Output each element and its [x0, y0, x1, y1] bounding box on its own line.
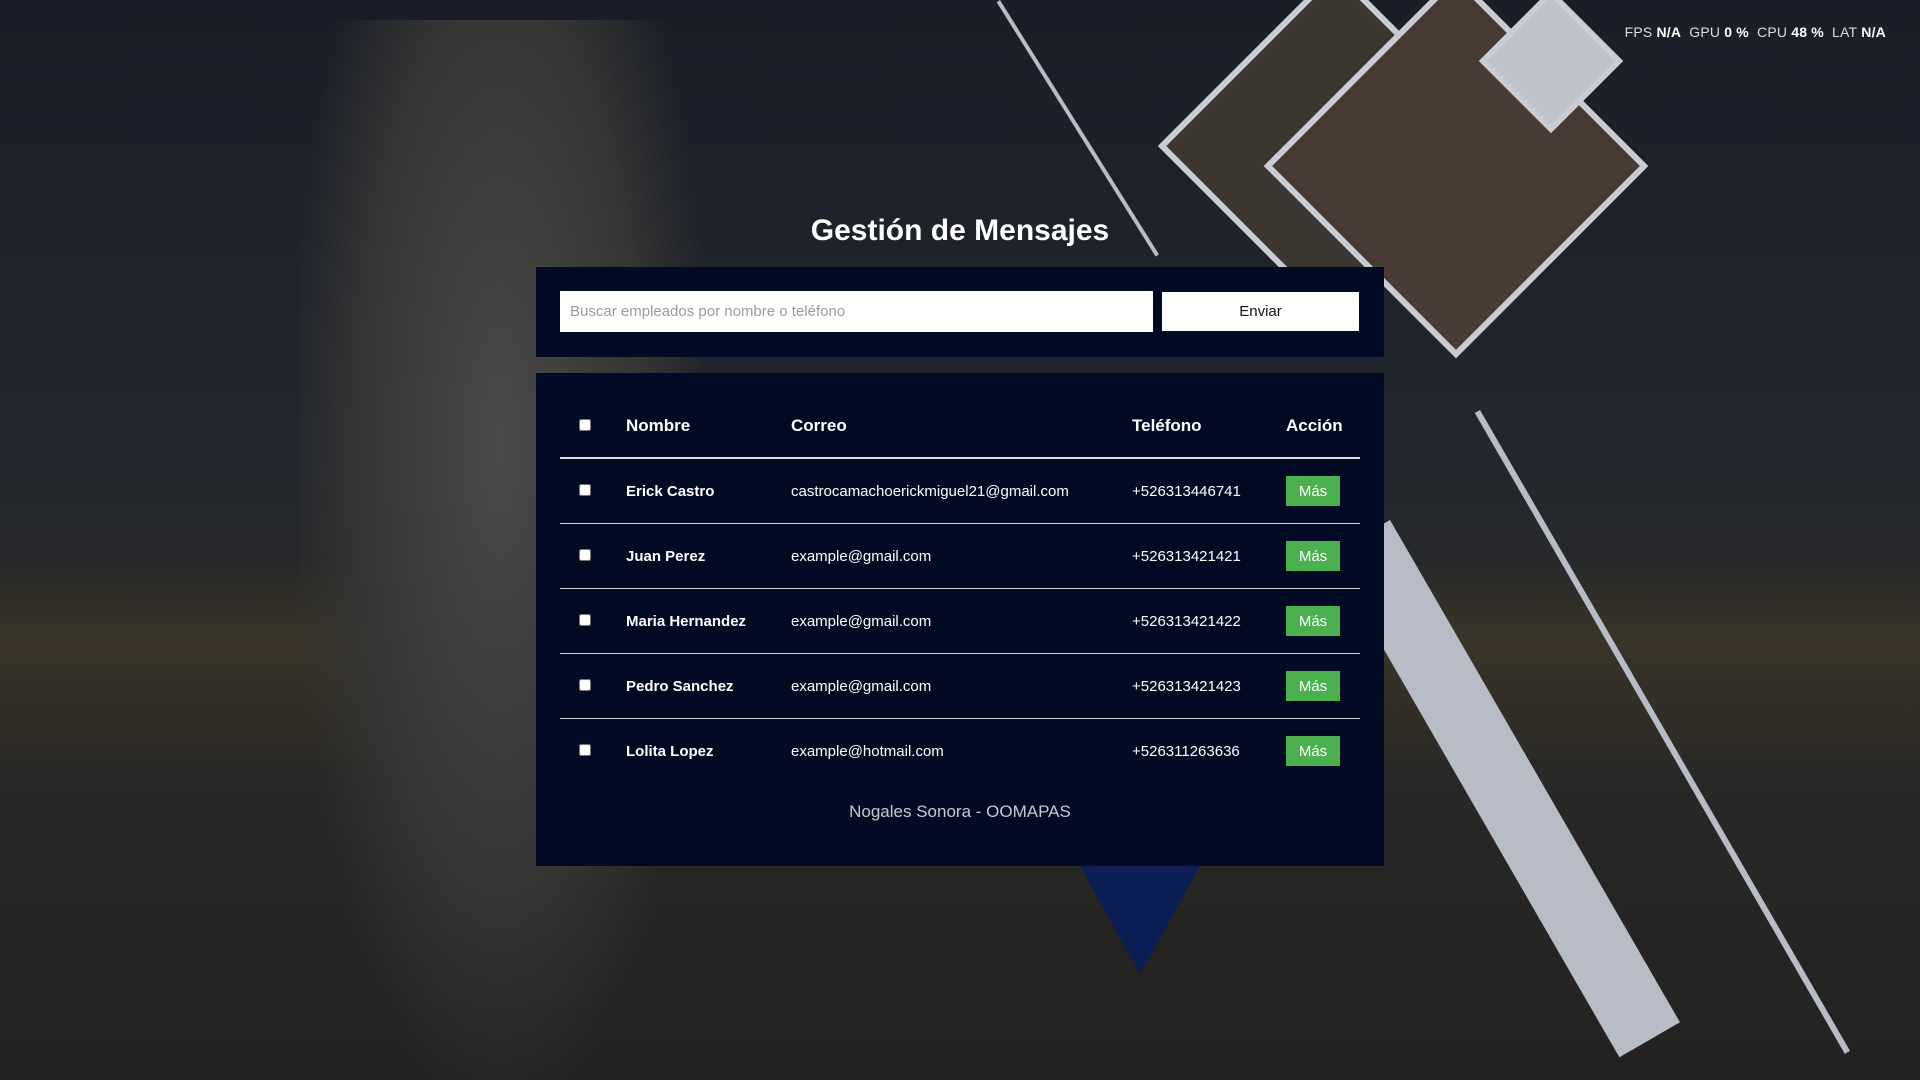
cpu-value: 48 % [1791, 24, 1824, 40]
employee-phone: +526311263636 [1132, 742, 1240, 760]
employee-name: Maria Hernandez [626, 588, 791, 654]
column-header-email: Correo [791, 395, 1132, 459]
table-row: Lolita Lopez example@hotmail.com +526311… [560, 719, 1360, 784]
fps-label: FPS [1624, 24, 1653, 40]
employees-panel: Nombre Correo Teléfono Acción Erick Cast… [536, 373, 1384, 866]
column-header-phone: Teléfono [1132, 395, 1286, 459]
fps-value: N/A [1656, 24, 1682, 40]
search-panel: Enviar [536, 267, 1384, 357]
table-row: Pedro Sanchez example@gmail.com +5263134… [560, 653, 1360, 719]
row-checkbox[interactable] [579, 613, 591, 626]
send-button[interactable]: Enviar [1162, 292, 1359, 331]
performance-overlay: FPS N/A GPU 0 % CPU 48 % LAT N/A [1625, 24, 1890, 40]
table-header-row: Nombre Correo Teléfono Acción [560, 395, 1360, 459]
more-button[interactable]: Más [1286, 541, 1340, 571]
search-input[interactable] [560, 291, 1153, 332]
cpu-label: CPU [1757, 24, 1788, 40]
employee-email: example@gmail.com [791, 653, 1132, 719]
employee-email: example@hotmail.com [791, 742, 944, 760]
row-checkbox[interactable] [579, 678, 591, 691]
employee-phone: +526313421421 [1132, 523, 1286, 589]
row-checkbox[interactable] [579, 743, 591, 756]
employee-name: Erick Castro [626, 458, 791, 524]
table-row: Juan Perez example@gmail.com +5263134214… [560, 523, 1360, 589]
table-row: Maria Hernandez example@gmail.com +52631… [560, 588, 1360, 654]
lat-value: N/A [1861, 24, 1886, 40]
select-all-checkbox[interactable] [579, 419, 591, 431]
footer-text: Nogales Sonora - OOMAPAS [849, 802, 1071, 821]
employee-email: example@gmail.com [791, 588, 1132, 654]
employee-name: Pedro Sanchez [626, 653, 791, 719]
table-row: Erick Castro castrocamachoerickmiguel21@… [560, 458, 1360, 524]
more-button[interactable]: Más [1286, 736, 1340, 766]
employee-name: Lolita Lopez [626, 742, 714, 760]
employee-phone: +526313421423 [1132, 653, 1286, 719]
page-title: Gestión de Mensajes [810, 214, 1110, 247]
gpu-label: GPU [1689, 24, 1721, 40]
more-button[interactable]: Más [1286, 476, 1340, 506]
employee-name: Juan Perez [626, 523, 791, 589]
lat-label: LAT [1832, 24, 1858, 40]
more-button[interactable]: Más [1286, 671, 1340, 701]
row-checkbox[interactable] [579, 483, 591, 496]
column-header-name: Nombre [626, 395, 791, 459]
gpu-value: 0 % [1724, 24, 1749, 40]
row-checkbox[interactable] [579, 548, 591, 561]
employee-phone: +526313421422 [1132, 588, 1286, 654]
employees-table: Nombre Correo Teléfono Acción Erick Cast… [560, 395, 1360, 783]
column-header-action: Acción [1286, 395, 1360, 459]
more-button[interactable]: Más [1286, 606, 1340, 636]
employee-email: castrocamachoerickmiguel21@gmail.com [791, 458, 1132, 524]
employee-email: example@gmail.com [791, 523, 1132, 589]
decorative-pointer [1080, 866, 1200, 974]
employee-phone: +526313446741 [1132, 458, 1286, 524]
